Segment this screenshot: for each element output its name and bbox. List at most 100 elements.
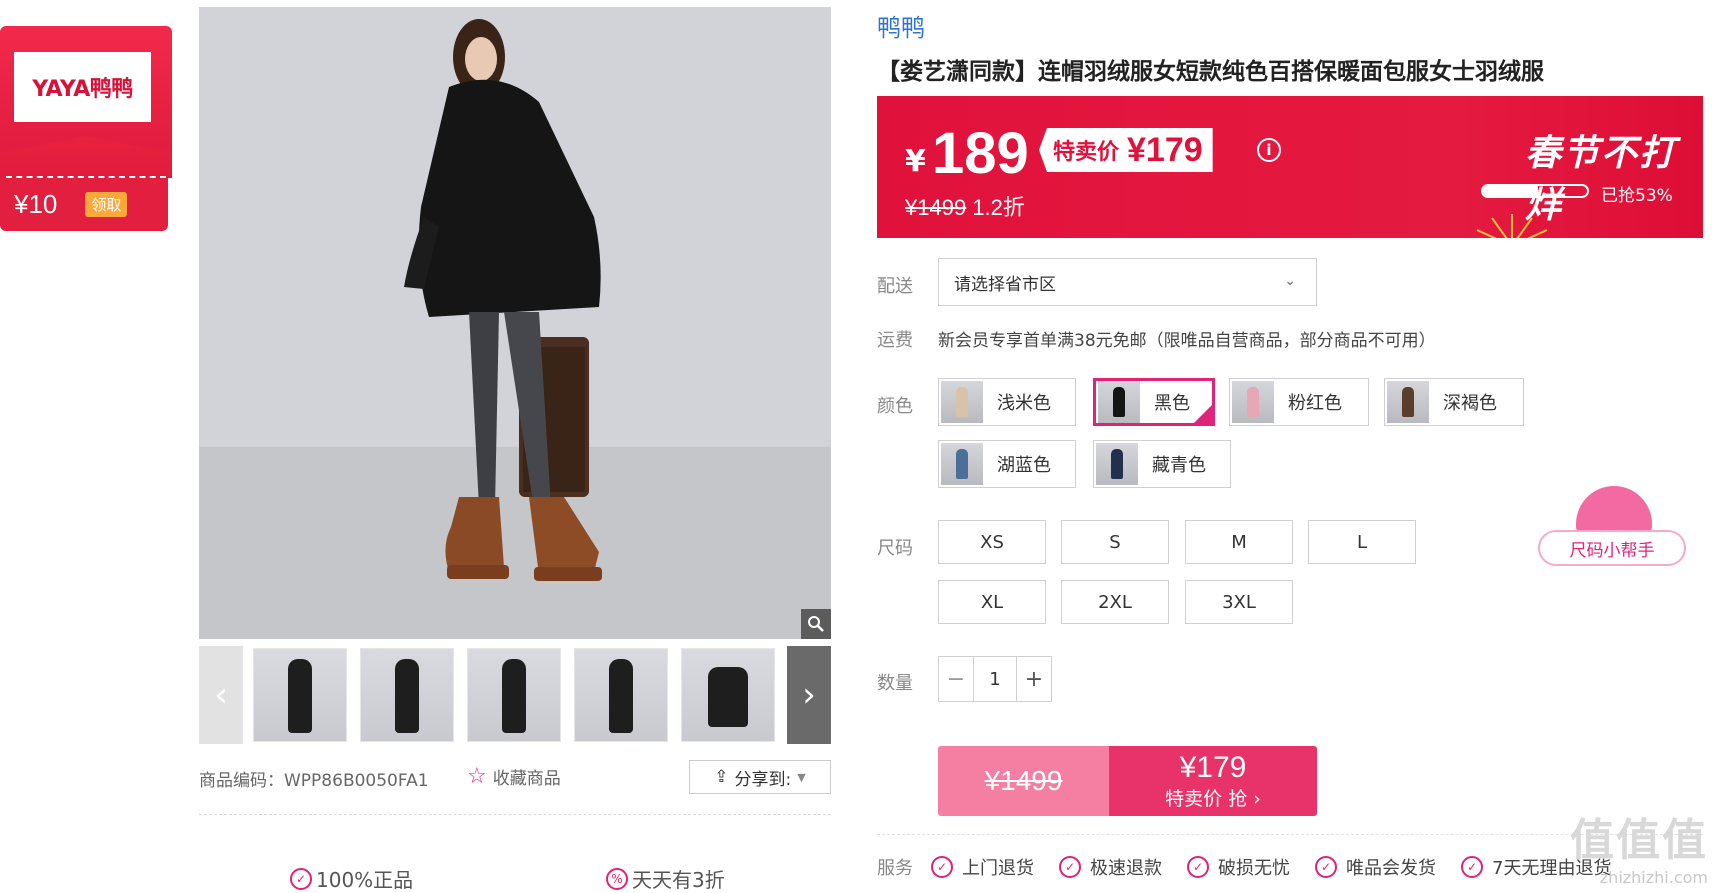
share-icon: ⇪ xyxy=(714,767,728,787)
coupon-footer: ¥10 领取 xyxy=(0,178,168,231)
color-option-black[interactable]: 黑色 xyxy=(1093,378,1215,426)
service-label: 唯品会发货 xyxy=(1346,854,1436,880)
service-item: ✓极速退款 xyxy=(1059,854,1162,880)
service-label: 极速退款 xyxy=(1090,854,1162,880)
color-option-lake-blue[interactable]: 湖蓝色 xyxy=(938,440,1076,488)
share-label: 分享到: xyxy=(735,765,792,790)
color-option-beige[interactable]: 浅米色 xyxy=(938,378,1076,426)
watermark-url: zhizhizhi.com xyxy=(1570,868,1708,887)
size-option-m[interactable]: M xyxy=(1185,520,1293,564)
color-option-label: 藏青色 xyxy=(1152,451,1206,477)
sold-progress-fill xyxy=(1483,186,1538,196)
services-label: 服务 xyxy=(877,854,913,880)
check-circle-icon: ✓ xyxy=(1187,856,1209,878)
price-main: 189 xyxy=(932,120,1029,187)
gallery-divider xyxy=(199,814,831,815)
zoom-icon[interactable] xyxy=(801,609,831,639)
percent-icon: % xyxy=(606,868,628,890)
brand-logo: YAYA鸭鸭 xyxy=(14,52,151,122)
quantity-label: 数量 xyxy=(877,669,913,695)
color-option-label: 浅米色 xyxy=(997,389,1051,415)
shield-check-icon: ✓ xyxy=(290,868,312,890)
size-helper[interactable]: 尺码小帮手 xyxy=(1538,486,1686,566)
quantity-stepper: − 1 + xyxy=(938,656,1052,702)
thumbnail-3[interactable] xyxy=(467,648,561,742)
thumbnail-4[interactable] xyxy=(574,648,668,742)
share-button[interactable]: ⇪ 分享到: ▼ xyxy=(689,760,831,794)
service-item: ✓ 唯品会发货 xyxy=(1315,854,1436,880)
thumbnail-next-button[interactable]: › xyxy=(787,646,831,744)
color-option-pink[interactable]: 粉红色 xyxy=(1229,378,1369,426)
color-option-label: 黑色 xyxy=(1154,389,1190,415)
shipping-label: 运费 xyxy=(877,326,913,352)
special-price-label: 特卖价 xyxy=(1053,134,1119,166)
thumbnail-2[interactable] xyxy=(360,648,454,742)
color-option-label: 粉红色 xyxy=(1288,389,1342,415)
star-icon: ☆ xyxy=(467,764,487,789)
color-swatch xyxy=(1387,381,1429,423)
price-banner: ¥ 189 特卖价 ¥179 i ¥1499 1.2折 春节不打烊 已抢53% xyxy=(877,96,1703,238)
coupon-amount: ¥10 xyxy=(14,189,57,220)
selected-check-icon xyxy=(1194,405,1212,423)
product-photo xyxy=(199,7,831,639)
sku-code: 商品编码：WPP86B0050FA1 xyxy=(199,766,429,791)
watermark-logo: 值值值 xyxy=(1570,804,1708,868)
color-swatch xyxy=(1096,443,1138,485)
favorite-button[interactable]: ☆ 收藏商品 xyxy=(467,764,561,789)
sold-progress-label: 已抢53% xyxy=(1601,181,1673,206)
buy-now-area[interactable]: ¥179 特卖价 抢 › xyxy=(1109,746,1317,816)
mascot-icon xyxy=(1576,486,1652,536)
service-item: ✓上门退货 xyxy=(931,854,1034,880)
quantity-minus-button[interactable]: − xyxy=(939,657,973,701)
services-row: 服务 ✓上门退货 ✓极速退款 ✓破损无忧 ✓唯品会发货 ✓7天无理由退货 xyxy=(877,854,1636,880)
coupon-claim-button[interactable]: 领取 xyxy=(85,192,127,217)
color-label: 颜色 xyxy=(877,392,913,418)
size-option-xl[interactable]: XL xyxy=(938,580,1046,624)
size-option-2xl[interactable]: 2XL xyxy=(1061,580,1169,624)
size-option-s[interactable]: S xyxy=(1061,520,1169,564)
region-select-value: 请选择省市区 xyxy=(954,270,1056,295)
chevron-down-icon: ⌄ xyxy=(1284,273,1296,289)
thumbnail-prev-button[interactable]: ‹ xyxy=(199,646,243,744)
shipping-text: 新会员专享首单满38元免邮（限唯品自营商品，部分商品不可用） xyxy=(938,326,1436,351)
watermark: 值值值 zhizhizhi.com xyxy=(1570,804,1708,887)
delivery-label: 配送 xyxy=(877,272,913,298)
region-select[interactable]: 请选择省市区 ⌄ xyxy=(938,258,1317,306)
special-price-value: ¥179 xyxy=(1127,131,1203,170)
color-option-brown[interactable]: 深褐色 xyxy=(1384,378,1524,426)
size-option-l[interactable]: L xyxy=(1308,520,1416,564)
brand-link[interactable]: 鸭鸭 xyxy=(877,8,925,43)
buy-cta-label: 特卖价 抢 › xyxy=(1165,784,1261,811)
buy-price: ¥179 xyxy=(1180,751,1247,784)
color-swatch xyxy=(941,443,983,485)
buy-original-price: ¥1499 xyxy=(938,746,1109,816)
favorite-label: 收藏商品 xyxy=(493,764,561,789)
info-icon[interactable]: i xyxy=(1257,138,1281,162)
original-price: ¥1499 xyxy=(905,195,966,220)
check-circle-icon: ✓ xyxy=(1315,856,1337,878)
thumbnail-5[interactable] xyxy=(681,648,775,742)
product-title: 【娄艺潇同款】连帽羽绒服女短款纯色百搭保暖面包服女士羽绒服 xyxy=(877,52,1544,86)
coupon-card[interactable]: YAYA鸭鸭 ¥10 领取 xyxy=(0,26,172,231)
color-swatch xyxy=(1232,381,1274,423)
quantity-plus-button[interactable]: + xyxy=(1017,657,1051,701)
service-item: ✓破损无忧 xyxy=(1187,854,1290,880)
check-circle-icon: ✓ xyxy=(931,856,953,878)
size-option-3xl[interactable]: 3XL xyxy=(1185,580,1293,624)
color-option-navy[interactable]: 藏青色 xyxy=(1093,440,1231,488)
main-product-image[interactable] xyxy=(199,7,831,639)
thumbnail-1[interactable] xyxy=(253,648,347,742)
thumbnail-strip: ‹ › xyxy=(199,646,831,746)
size-helper-button[interactable]: 尺码小帮手 xyxy=(1538,530,1686,566)
firework-decoration xyxy=(1467,206,1557,238)
discount-rate: 1.2折 xyxy=(972,195,1025,220)
original-price-row: ¥1499 1.2折 xyxy=(905,190,1025,222)
check-circle-icon: ✓ xyxy=(1461,856,1483,878)
color-option-label: 深褐色 xyxy=(1443,389,1497,415)
size-option-xs[interactable]: XS xyxy=(938,520,1046,564)
color-option-label: 湖蓝色 xyxy=(997,451,1051,477)
quantity-input[interactable]: 1 xyxy=(973,657,1017,701)
special-price-tag: 特卖价 ¥179 xyxy=(1039,128,1213,172)
price-currency: ¥ xyxy=(905,144,926,179)
buy-button[interactable]: ¥1499 ¥179 特卖价 抢 › xyxy=(938,746,1317,816)
